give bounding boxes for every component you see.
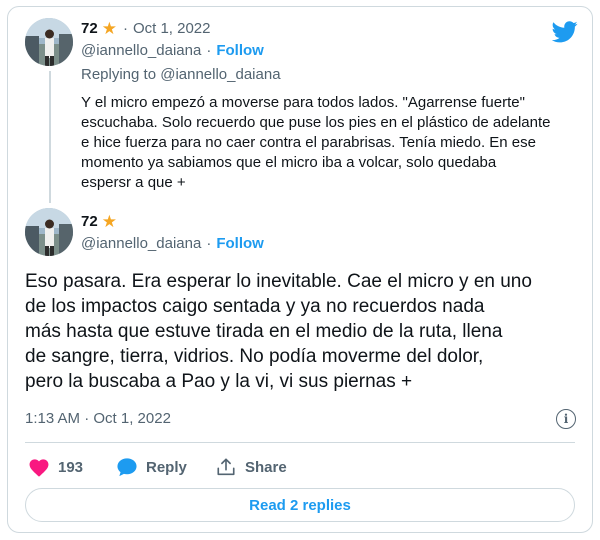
share-button[interactable]: Share <box>215 457 287 477</box>
info-icon[interactable]: i <box>556 409 576 429</box>
text-line: de sangre, tierra, vidrios. No podía mov… <box>25 346 484 367</box>
avatar[interactable] <box>25 208 73 256</box>
heart-icon <box>29 459 49 477</box>
share-label: Share <box>245 458 287 476</box>
follow-button[interactable]: Follow <box>216 42 264 59</box>
avatar[interactable] <box>25 18 73 66</box>
thread-connector <box>49 71 51 203</box>
follow-button[interactable]: Follow <box>216 235 264 252</box>
text-line: espersr a que + <box>81 174 186 191</box>
reply-tweet-handle-row: @iannello_daiana · Follow <box>81 42 264 59</box>
twitter-bird-icon[interactable] <box>552 21 578 43</box>
text-line: pero la buscaba a Pao y la vi, vi sus pi… <box>25 371 413 392</box>
speech-bubble-icon <box>117 458 137 477</box>
text-line: momento ya sabiamos que el micro iba a v… <box>81 154 497 171</box>
reply-tweet-header: 72 ★ · Oct 1, 2022 <box>81 20 211 37</box>
main-tweet-header: 72 ★ <box>81 213 117 230</box>
reply-tweet-text: Y el micro empezó a moverse para todos l… <box>81 93 581 193</box>
main-tweet-handle-row: @iannello_daiana · Follow <box>81 235 264 252</box>
like-count: 193 <box>58 458 84 476</box>
text-line: más hasta que estuve tirada en el medio … <box>25 321 503 342</box>
share-upload-icon <box>217 458 235 476</box>
author-name[interactable]: 72 <box>81 213 98 230</box>
author-handle[interactable]: @iannello_daiana <box>81 42 201 59</box>
text-line: Y el micro empezó a moverse para todos l… <box>81 94 525 111</box>
text-line: escuchaba. Solo recuerdo que puse los pi… <box>81 114 551 131</box>
divider <box>25 442 575 443</box>
author-handle[interactable]: @iannello_daiana <box>81 235 201 252</box>
reply-label: Reply <box>146 458 187 476</box>
tweet-timestamp[interactable]: 1:13 AM · Oct 1, 2022 <box>25 410 171 427</box>
star-icon: ★ <box>101 212 117 231</box>
tweet-card: 72 ★ · Oct 1, 2022 @iannello_daiana · Fo… <box>7 6 593 533</box>
author-name[interactable]: 72 <box>81 20 98 37</box>
text-line: e hice fuerza para no caer contra el par… <box>81 134 536 151</box>
reply-button[interactable]: Reply <box>116 457 187 477</box>
main-tweet-text: Eso pasara. Era esperar lo inevitable. C… <box>25 269 585 394</box>
text-line: de los impactos caigo sentada y ya no re… <box>25 296 485 317</box>
separator: · <box>122 20 128 37</box>
read-replies-button[interactable]: Read 2 replies <box>25 488 575 522</box>
replying-to: Replying to @iannello_daiana <box>81 66 281 83</box>
star-icon: ★ <box>101 19 117 38</box>
tweet-date[interactable]: Oct 1, 2022 <box>133 20 211 37</box>
text-line: Eso pasara. Era esperar lo inevitable. C… <box>25 271 532 292</box>
like-button[interactable]: 193 <box>28 457 83 477</box>
separator: · <box>206 42 212 59</box>
separator: · <box>206 235 212 252</box>
